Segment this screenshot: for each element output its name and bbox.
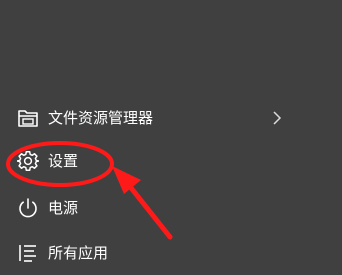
start-menu: 文件资源管理器 设置 电源 所有应用 bbox=[0, 0, 342, 275]
menu-item-power[interactable]: 电源 bbox=[0, 188, 300, 228]
gear-icon bbox=[17, 150, 39, 172]
folder-explorer-icon bbox=[17, 107, 39, 129]
menu-item-settings[interactable]: 设置 bbox=[0, 141, 300, 181]
list-icon bbox=[17, 242, 39, 264]
menu-item-label: 文件资源管理器 bbox=[48, 109, 154, 127]
menu-item-file-explorer[interactable]: 文件资源管理器 bbox=[0, 98, 300, 138]
menu-item-label: 所有应用 bbox=[48, 244, 109, 262]
menu-item-label: 电源 bbox=[48, 199, 79, 217]
menu-item-label: 设置 bbox=[48, 152, 79, 170]
power-icon bbox=[17, 197, 39, 219]
chevron-right-icon[interactable] bbox=[270, 108, 284, 128]
menu-item-all-apps[interactable]: 所有应用 bbox=[0, 233, 300, 273]
